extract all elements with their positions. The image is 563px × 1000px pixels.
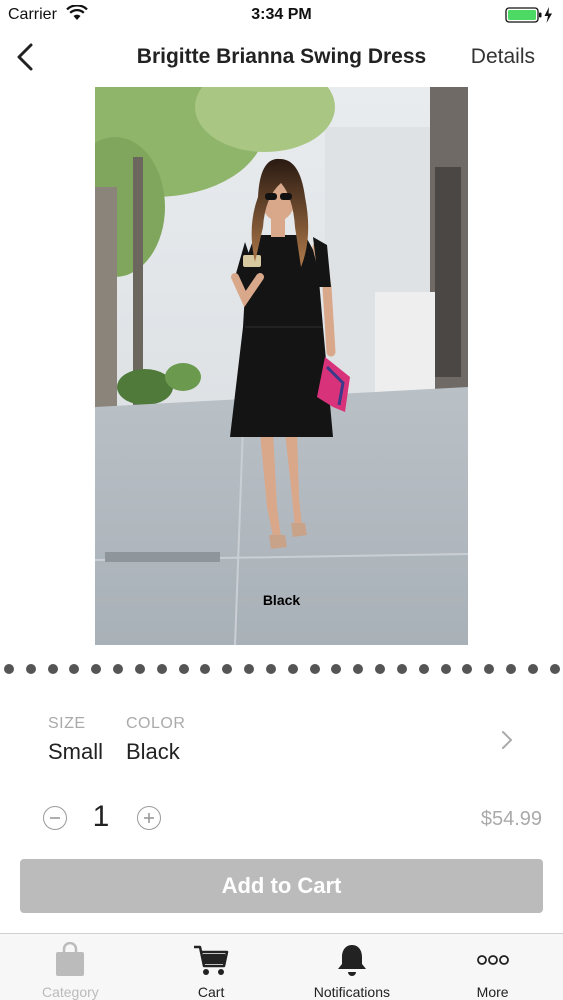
- status-bar: Carrier 3:34 PM: [0, 0, 563, 30]
- carousel-dot[interactable]: [69, 664, 80, 674]
- carousel-page-indicator[interactable]: [4, 664, 560, 676]
- shopping-bag-icon: [53, 941, 87, 983]
- tab-notifications[interactable]: Notifications: [282, 934, 423, 1000]
- carousel-dot[interactable]: [462, 664, 473, 674]
- battery-icon: [505, 6, 555, 29]
- carousel-dot[interactable]: [527, 664, 538, 674]
- minus-icon: [50, 817, 60, 819]
- carousel-dot[interactable]: [265, 664, 276, 674]
- carousel-dot[interactable]: [506, 664, 517, 674]
- tab-cart[interactable]: Cart: [141, 934, 282, 1000]
- carousel-dot[interactable]: [484, 664, 495, 674]
- carousel-dot[interactable]: [222, 664, 233, 674]
- details-button[interactable]: Details: [471, 45, 535, 69]
- carousel-dot[interactable]: [47, 664, 58, 674]
- variant-selector[interactable]: SIZE Small COLOR Black: [0, 712, 563, 772]
- chevron-right-icon: [500, 729, 514, 756]
- add-to-cart-button[interactable]: Add to Cart: [20, 859, 543, 913]
- carousel-dot[interactable]: [331, 664, 342, 674]
- product-image[interactable]: Black: [95, 87, 468, 645]
- cart-icon: [192, 942, 230, 983]
- color-label: COLOR: [126, 715, 186, 732]
- size-label: SIZE: [48, 715, 86, 732]
- carousel-dot[interactable]: [134, 664, 145, 674]
- carousel-dot[interactable]: [91, 664, 102, 674]
- carousel-dot[interactable]: [287, 664, 298, 674]
- carousel-dot[interactable]: [113, 664, 124, 674]
- carousel-dot[interactable]: [353, 664, 364, 674]
- carousel-dot[interactable]: [375, 664, 386, 674]
- tab-label: Notifications: [313, 984, 390, 1000]
- more-icon: [476, 942, 510, 983]
- tab-label: Category: [41, 984, 99, 1000]
- tab-bar: Category Cart Notifications More: [0, 933, 563, 1000]
- product-image-caption: Black: [262, 592, 301, 608]
- price-label: $54.99: [480, 808, 542, 830]
- carousel-dot[interactable]: [4, 664, 14, 674]
- navigation-bar: Brigitte Brianna Swing Dress Details: [0, 30, 563, 84]
- bell-icon: [335, 942, 369, 983]
- carousel-dot[interactable]: [440, 664, 451, 674]
- tab-more[interactable]: More: [422, 934, 563, 1000]
- product-photo: [95, 87, 468, 645]
- carousel-dot[interactable]: [25, 664, 36, 674]
- status-time: 3:34 PM: [251, 6, 312, 23]
- carousel-dot[interactable]: [309, 664, 320, 674]
- quantity-stepper: 1 $54.99: [0, 798, 563, 838]
- carousel-dot[interactable]: [156, 664, 167, 674]
- plus-icon: [144, 813, 154, 823]
- tab-label: More: [476, 984, 509, 1000]
- quantity-value: 1: [92, 800, 110, 833]
- decrement-button[interactable]: [43, 806, 67, 830]
- carousel-dot[interactable]: [178, 664, 189, 674]
- size-value: Small: [48, 739, 104, 764]
- carousel-dot[interactable]: [418, 664, 429, 674]
- carousel-dot[interactable]: [549, 664, 560, 674]
- tab-category[interactable]: Category: [0, 934, 141, 1000]
- tab-label: Cart: [197, 984, 225, 1000]
- increment-button[interactable]: [137, 806, 161, 830]
- carousel-dot[interactable]: [396, 664, 407, 674]
- color-value: Black: [126, 739, 180, 764]
- carousel-dot[interactable]: [244, 664, 255, 674]
- carousel-dot[interactable]: [200, 664, 211, 674]
